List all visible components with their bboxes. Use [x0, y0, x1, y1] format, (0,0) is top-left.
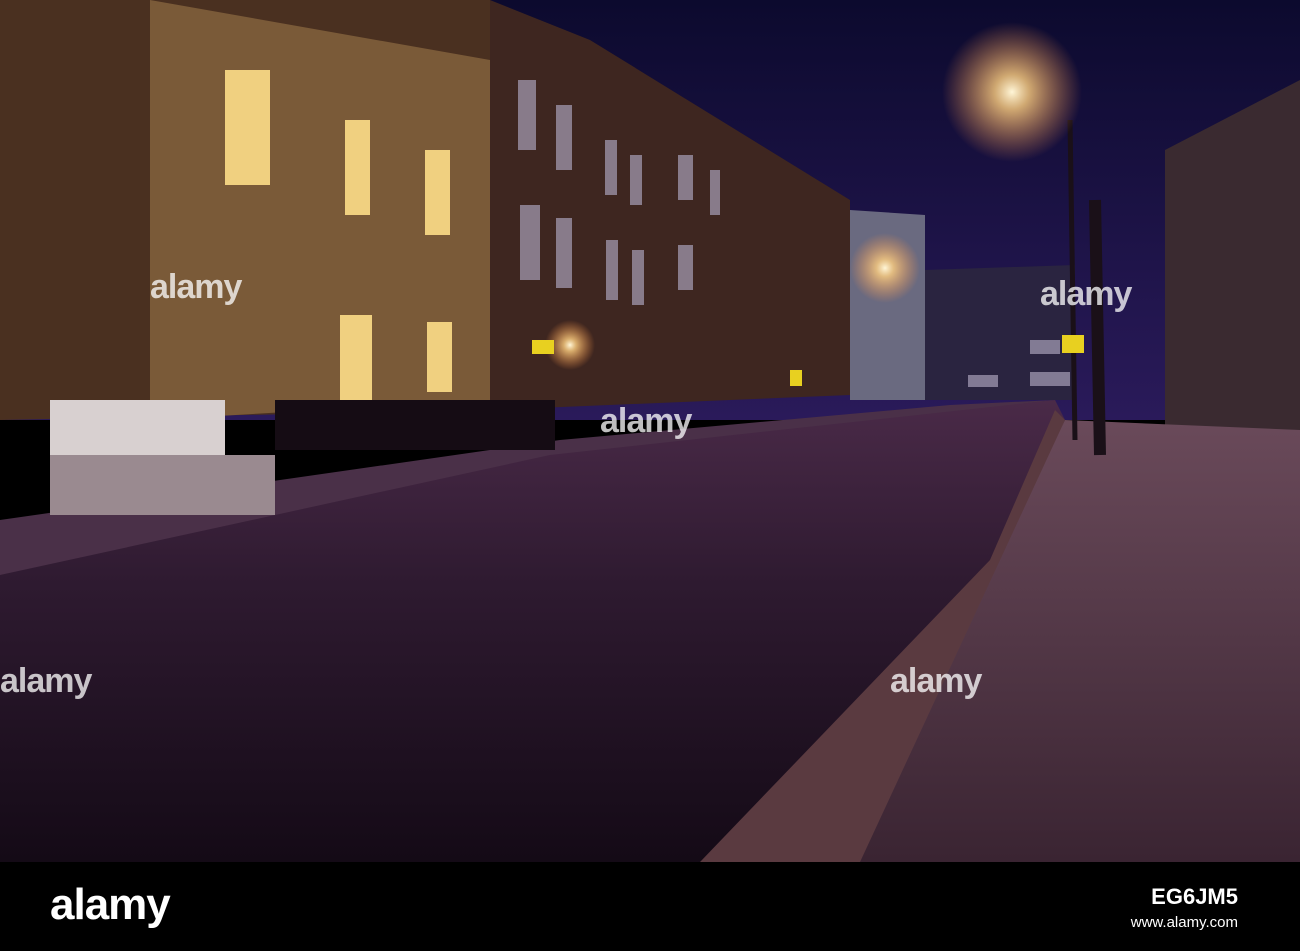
website-link[interactable]: www.alamy.com: [1131, 914, 1238, 931]
stock-photo: alamy alamy alamy alamy alamy alamy EG6J…: [0, 0, 1300, 951]
watermark: alamy: [600, 402, 692, 440]
yellow-sign: [1062, 335, 1084, 353]
yellow-sign: [790, 370, 802, 386]
watermark: alamy: [1040, 275, 1132, 313]
watermark: alamy: [150, 268, 242, 306]
image-id: EG6JM5: [1151, 884, 1238, 909]
alamy-logo: alamy: [50, 880, 171, 929]
fence-wall: [50, 455, 275, 515]
footer-bar: alamy EG6JM5 www.alamy.com: [0, 862, 1300, 951]
yellow-sign: [532, 340, 554, 354]
watermark: alamy: [0, 662, 92, 700]
street-lamp-glow: [942, 22, 1082, 162]
white-picket-fence: [50, 400, 225, 460]
watermark: alamy: [890, 662, 982, 700]
street-lamp-glow-far: [850, 233, 920, 303]
black-railings: [275, 400, 555, 450]
tree-trunk: [1089, 199, 1106, 456]
